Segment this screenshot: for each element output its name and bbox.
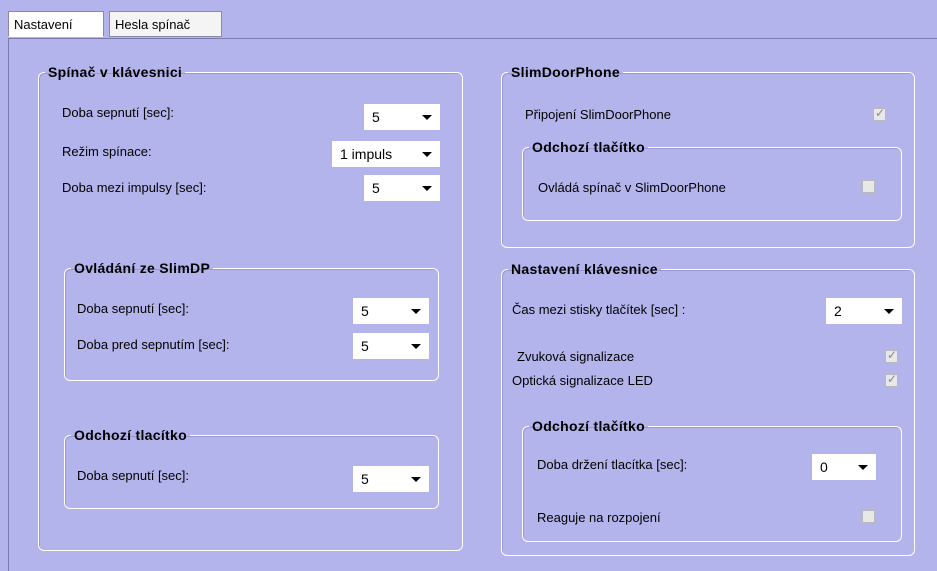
slimdp-doba-pred-label: Doba pred sepnutím [sec]: <box>77 337 230 352</box>
tab-nastaveni[interactable]: Nastavení <box>8 11 104 37</box>
chevron-down-icon <box>422 115 432 120</box>
zvukova-signalizace-checkbox[interactable]: ✓ <box>885 348 898 363</box>
group-title: Ovládání ze SlimDP <box>74 260 211 276</box>
reaguje-na-rozpojeni-label: Reaguje na rozpojení <box>537 510 661 525</box>
group-title: Spínač v klávesnici <box>48 64 183 80</box>
pripojeni-slimdoorphone-label: Připojení SlimDoorPhone <box>525 107 671 122</box>
odchozi-doba-sepnuti-label: Doba sepnutí [sec]: <box>77 468 190 483</box>
odchozi-doba-sepnuti-select[interactable]: 5 <box>353 466 429 492</box>
chevron-down-icon <box>422 186 432 191</box>
doba-sepnuti-label: Doba sepnutí [sec]: <box>62 105 175 120</box>
slimdp-doba-sepnuti-label: Doba sepnutí [sec]: <box>77 301 190 316</box>
chevron-down-icon <box>411 344 421 349</box>
rezim-spinace-label: Režim spínace: <box>62 144 152 159</box>
cas-mezi-stisky-select[interactable]: 2 <box>826 298 902 324</box>
checkmark-icon: ✓ <box>875 106 886 120</box>
select-value: 1 impuls <box>340 146 393 162</box>
group-title: SlimDoorPhone <box>511 64 620 80</box>
doba-mezi-impulsy-label: Doba mezi impulsy [sec]: <box>62 180 207 195</box>
pripojeni-slimdoorphone-checkbox[interactable]: ✓ <box>873 106 886 121</box>
rezim-spinace-select[interactable]: 1 impuls <box>332 141 440 167</box>
select-value: 0 <box>820 459 828 475</box>
select-value: 5 <box>372 180 380 196</box>
cas-mezi-stisky-label: Čas mezi stisky tlačítek [sec] : <box>512 302 686 317</box>
select-value: 5 <box>372 109 380 125</box>
chevron-down-icon <box>858 465 868 470</box>
doba-mezi-impulsy-select[interactable]: 5 <box>364 175 440 201</box>
select-value: 5 <box>361 471 369 487</box>
chevron-down-icon <box>884 309 894 314</box>
zvukova-signalizace-label: Zvuková signalizace <box>517 349 635 364</box>
doba-sepnuti-select[interactable]: 5 <box>364 104 440 130</box>
slimdp-doba-pred-select[interactable]: 5 <box>353 333 429 359</box>
tab-hesla-spinac[interactable]: Hesla spínač <box>109 11 222 37</box>
group-title: Odchozí tlacítko <box>74 427 187 443</box>
group-title: Odchozí tlačítko <box>532 418 645 434</box>
ovlada-spinac-label: Ovládá spínač v SlimDoorPhone <box>538 180 726 195</box>
chevron-down-icon <box>422 152 432 157</box>
doba-drzeni-select[interactable]: 0 <box>812 454 876 480</box>
ovlada-spinac-checkbox[interactable] <box>862 180 875 193</box>
chevron-down-icon <box>411 309 421 314</box>
slimdp-doba-sepnuti-select[interactable]: 5 <box>353 298 429 324</box>
group-title: Odchozí tlačítko <box>532 139 645 155</box>
doba-drzeni-label: Doba držení tlacítka [sec]: <box>537 457 688 472</box>
checkmark-icon: ✓ <box>887 372 898 386</box>
reaguje-na-rozpojeni-checkbox[interactable] <box>862 510 875 523</box>
chevron-down-icon <box>411 477 421 482</box>
checkmark-icon: ✓ <box>887 348 898 362</box>
group-title: Nastavení klávesnice <box>511 261 658 277</box>
opticka-signalizace-label: Optická signalizace LED <box>512 373 653 388</box>
select-value: 5 <box>361 303 369 319</box>
opticka-signalizace-checkbox[interactable]: ✓ <box>885 372 898 387</box>
select-value: 5 <box>361 338 369 354</box>
select-value: 2 <box>834 303 842 319</box>
